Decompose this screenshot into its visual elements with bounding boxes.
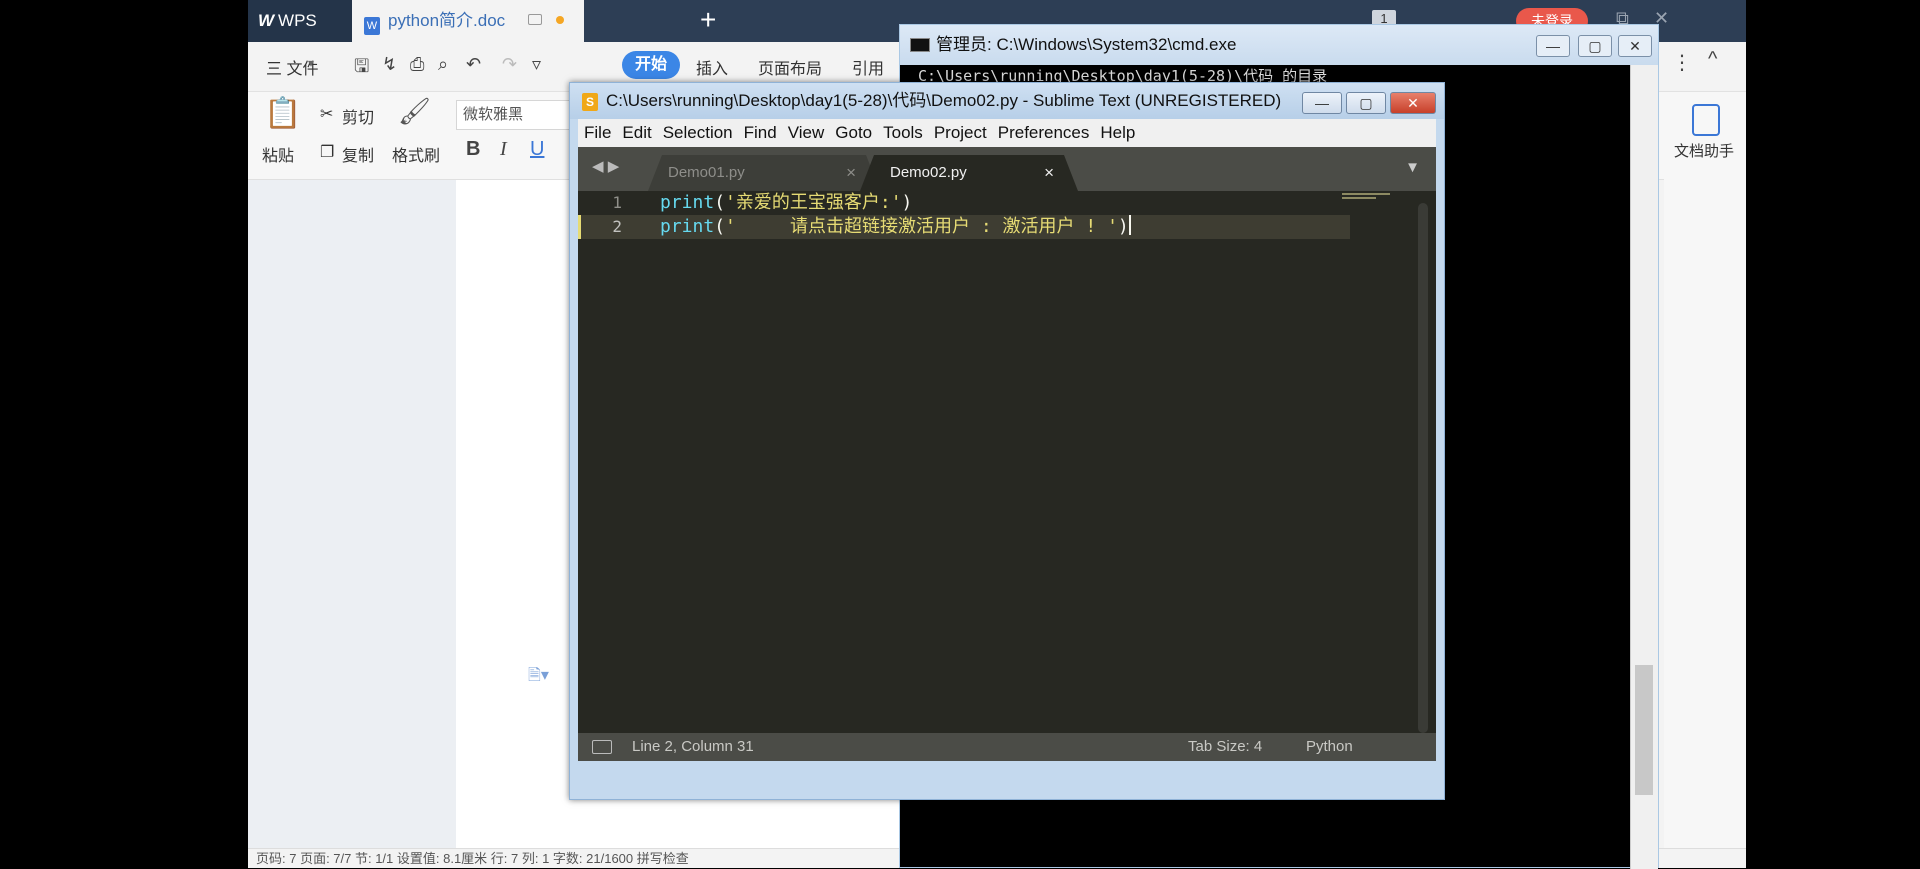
italic-button[interactable]: I <box>500 138 507 161</box>
tab-home[interactable]: 开始 <box>622 51 680 79</box>
export-icon[interactable]: ↯ <box>382 54 397 75</box>
wps-right-panel: 文档助手 <box>1664 92 1746 848</box>
copy-icon: ❐ <box>320 144 335 161</box>
menu-goto[interactable]: Goto <box>835 123 872 142</box>
new-tab-button[interactable]: + <box>700 4 716 36</box>
code-line[interactable]: 1 print('亲爱的王宝强客户:') <box>578 191 1416 215</box>
word-doc-icon: W <box>364 17 380 35</box>
paste-icon[interactable]: 📋 <box>264 96 301 131</box>
menu-find[interactable]: Find <box>744 123 777 142</box>
format-painter-button[interactable]: 格式刷 <box>392 142 440 166</box>
menu-tools[interactable]: Tools <box>883 123 923 142</box>
paste-button[interactable]: 粘贴 <box>262 142 294 166</box>
save-icon[interactable]: 🖫 <box>354 54 369 84</box>
tab-demo02-label: Demo02.py <box>890 164 967 181</box>
sublime-minimize-button[interactable]: — <box>1302 92 1342 114</box>
cmd-title: 管理员: C:\Windows\System32\cmd.exe <box>936 35 1237 54</box>
tab-demo02[interactable]: Demo02.py × <box>860 155 1078 191</box>
undo-icon[interactable]: ↶ <box>466 54 481 75</box>
sublime-logo-icon: S <box>582 93 598 111</box>
cut-button[interactable]: 剪切 <box>342 104 374 128</box>
console-toggle-icon[interactable] <box>592 740 612 754</box>
code-paren-open: ( <box>714 216 726 237</box>
editor-scrollbar[interactable] <box>1418 203 1428 733</box>
menu-file[interactable]: File <box>584 123 611 142</box>
sublime-title: C:\Users\running\Desktop\day1(5-28)\代码\D… <box>606 91 1282 110</box>
doc-helper-button[interactable]: 文档助手 <box>1674 140 1734 161</box>
minimap[interactable] <box>1342 191 1390 199</box>
text-cursor <box>1128 215 1131 235</box>
line-number: 2 <box>578 215 650 239</box>
sublime-editor: ◀ ▶ Demo01.py × Demo02.py × ▼ 1 print('亲… <box>578 147 1436 761</box>
code-string: '亲爱的王宝强客户:' <box>725 192 902 213</box>
syntax-indicator[interactable]: Python <box>1306 733 1353 761</box>
menu-project[interactable]: Project <box>934 123 987 142</box>
menu-edit[interactable]: Edit <box>622 123 651 142</box>
code-paren-close: ) <box>1117 216 1129 237</box>
wps-left-pane <box>248 180 456 848</box>
menu-view[interactable]: View <box>788 123 825 142</box>
menu-selection[interactable]: Selection <box>663 123 733 142</box>
scissors-icon: ✂ <box>320 106 334 123</box>
cmd-maximize-button[interactable]: ▢ <box>1578 35 1612 57</box>
cmd-icon <box>910 38 930 52</box>
sublime-titlebar[interactable]: S C:\Users\running\Desktop\day1(5-28)\代码… <box>570 83 1444 119</box>
unsaved-dot-icon <box>556 16 564 24</box>
wps-document-tab-label: python简介.doc <box>388 11 506 30</box>
wps-home-tab[interactable]: W WPS <box>248 0 352 42</box>
wps-logo-icon: W <box>258 11 275 30</box>
tab-page-layout[interactable]: 页面布局 <box>758 55 822 79</box>
format-painter-icon[interactable]: 🖌 <box>398 96 431 127</box>
tab-demo02-close-icon[interactable]: × <box>1044 155 1054 191</box>
cursor-position: Line 2, Column 31 <box>632 738 754 755</box>
cmd-close-button[interactable]: ✕ <box>1618 35 1652 57</box>
code-paren-open: ( <box>714 192 726 213</box>
print-preview-icon[interactable]: ⌕ <box>438 54 448 75</box>
code-paren-close: ) <box>901 192 913 213</box>
redo-icon[interactable]: ↷ <box>502 54 517 75</box>
collapse-ribbon-icon[interactable]: ^ <box>1708 48 1717 71</box>
tab-insert[interactable]: 插入 <box>696 55 728 79</box>
tab-demo01-label: Demo01.py <box>668 164 745 181</box>
line-number: 1 <box>612 193 622 212</box>
tab-size-indicator[interactable]: Tab Size: 4 <box>1188 733 1262 761</box>
tab-demo01-close-icon[interactable]: × <box>846 155 856 191</box>
code-function: print <box>660 216 715 237</box>
tab-demo01[interactable]: Demo01.py × <box>648 155 880 191</box>
cmd-titlebar[interactable]: 管理员: C:\Windows\System32\cmd.exe — ▢ ✕ <box>900 25 1658 65</box>
code-area[interactable]: 1 print('亲爱的王宝强客户:') 2 print(' 请点击超链接激活用… <box>578 191 1416 719</box>
cmd-scroll-thumb[interactable] <box>1635 665 1653 795</box>
page-options-icon[interactable]: 🗎▾ <box>528 664 549 691</box>
sublime-statusbar: Line 2, Column 31 Tab Size: 4 Python <box>578 733 1436 761</box>
print-icon[interactable]: ⎙ <box>410 54 424 75</box>
cmd-minimize-button[interactable]: — <box>1536 35 1570 57</box>
cmd-scrollbar[interactable] <box>1630 65 1658 869</box>
doc-helper-icon[interactable] <box>1692 104 1720 136</box>
more-options-icon[interactable]: ⋮ <box>1672 50 1692 75</box>
sublime-maximize-button[interactable]: ▢ <box>1346 92 1386 114</box>
customize-icon[interactable]: ▿ <box>532 54 541 75</box>
wps-app-name: WPS <box>278 11 317 30</box>
sublime-menubar: File Edit Selection Find View Goto Tools Projec… <box>578 119 1436 147</box>
tab-nav-arrows-icon[interactable]: ◀ ▶ <box>592 157 619 175</box>
menu-help[interactable]: Help <box>1100 123 1135 142</box>
menu-preferences[interactable]: Preferences <box>998 123 1090 142</box>
tab-references[interactable]: 引用 <box>852 55 884 79</box>
tab-dropdown-icon[interactable]: ▼ <box>1405 159 1420 176</box>
sublime-window: S C:\Users\running\Desktop\day1(5-28)\代码… <box>569 82 1445 800</box>
wps-document-tab[interactable]: Wpython简介.doc <box>352 0 584 42</box>
copy-button[interactable]: 复制 <box>342 142 374 166</box>
code-string: ' 请点击超链接激活用户 : 激活用户 ! ' <box>725 216 1118 237</box>
chevron-down-icon[interactable]: ▾ <box>308 56 314 70</box>
monitor-icon[interactable] <box>528 14 542 25</box>
code-function: print <box>660 192 715 213</box>
bold-button[interactable]: B <box>466 138 480 161</box>
code-line-active[interactable]: 2 print(' 请点击超链接激活用户 : 激活用户 ! ') <box>578 215 1416 239</box>
sublime-close-button[interactable]: ✕ <box>1390 92 1436 114</box>
underline-button[interactable]: U <box>530 138 544 161</box>
sublime-tabbar: ◀ ▶ Demo01.py × Demo02.py × ▼ <box>578 147 1436 191</box>
